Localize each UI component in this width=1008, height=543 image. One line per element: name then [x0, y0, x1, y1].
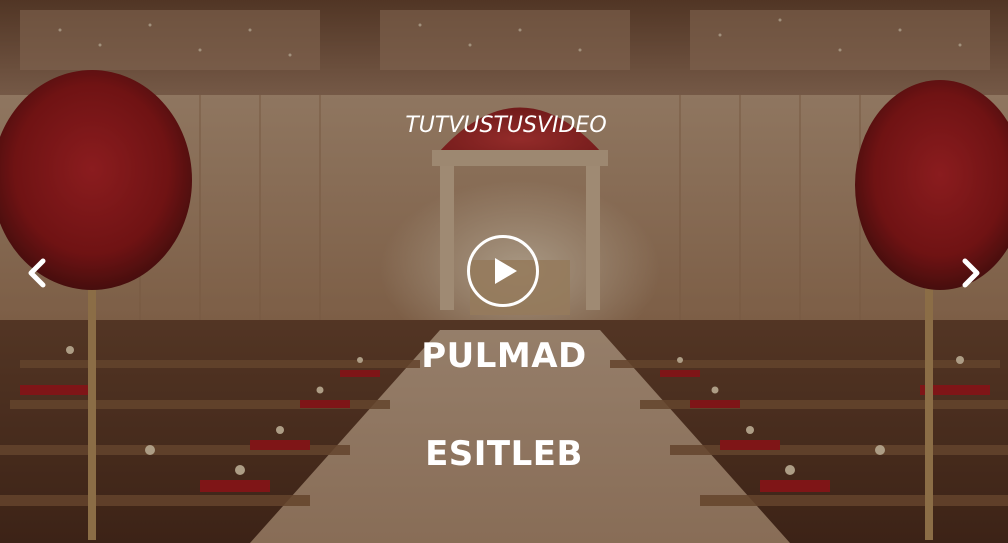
play-icon [495, 258, 517, 284]
chevron-left-icon [28, 258, 46, 288]
play-video-button[interactable] [467, 235, 539, 307]
chevron-right-icon [962, 258, 980, 288]
hero-slider: TUTVUSTUSVIDEO PULMAD ESITLEB [0, 0, 1008, 543]
next-slide-button[interactable] [956, 258, 984, 288]
slide-cta-link[interactable]: ESITLEB [0, 434, 1008, 474]
slide-title: PULMAD [421, 336, 587, 376]
previous-slide-button[interactable] [24, 258, 52, 288]
slide-eyebrow: TUTVUSTUSVIDEO [405, 113, 607, 138]
